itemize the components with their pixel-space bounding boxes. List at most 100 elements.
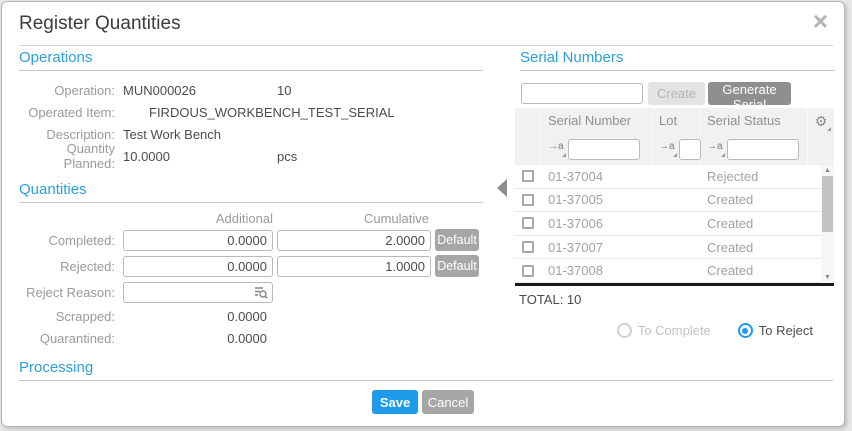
additional-column-header: Additional (131, 211, 281, 226)
table-row[interactable]: 01-37004 Rejected (515, 165, 834, 189)
footer-buttons: Save Cancel (2, 390, 844, 414)
serial-status-cell: Created (701, 263, 834, 278)
serial-number-column-header[interactable]: Serial Number (541, 108, 653, 133)
serial-status-cell: Created (701, 240, 834, 255)
quantity-planned-label: Quantity Planned: (19, 141, 123, 171)
to-complete-radio[interactable]: To Complete (617, 323, 711, 338)
grid-scrollbar[interactable]: ▲ ▼ (821, 165, 834, 283)
quantities-column-headers: Additional Cumulative (19, 209, 483, 227)
serial-status-cell: Created (701, 216, 834, 231)
create-button[interactable]: Create (648, 82, 705, 105)
operated-item-value: FIRDOUS_WORKBENCH_TEST_SERIAL (123, 105, 395, 120)
status-filter-operator-icon[interactable]: →a (707, 140, 724, 158)
quarantined-label: Quarantined: (19, 331, 123, 346)
row-checkbox[interactable] (522, 170, 534, 182)
table-row[interactable]: 01-37008 Created (515, 259, 834, 283)
to-complete-radio-icon[interactable] (617, 323, 632, 338)
to-complete-label: To Complete (638, 323, 711, 338)
scrapped-row: Scrapped: 0.0000 (19, 305, 483, 327)
description-label: Description: (19, 127, 123, 142)
serial-status-cell: Created (701, 192, 834, 207)
table-row[interactable]: 01-37006 Created (515, 212, 834, 236)
row-checkbox[interactable] (522, 241, 534, 253)
serial-number-cell: 01-37004 (541, 169, 653, 184)
serial-numbers-pane: Serial Numbers Create Generate Serial Se… (515, 49, 835, 338)
operated-item-label: Operated Item: (19, 105, 123, 120)
scroll-up-icon[interactable]: ▲ (821, 165, 834, 176)
to-reject-radio-icon[interactable] (738, 323, 753, 338)
serial-action-radios: To Complete To Reject (515, 323, 834, 338)
row-checkbox[interactable] (522, 217, 534, 229)
lot-column-header[interactable]: Lot (653, 108, 701, 133)
cumulative-column-header: Cumulative (281, 211, 439, 226)
serial-number-cell: 01-37006 (541, 216, 653, 231)
serial-filter-input[interactable] (568, 139, 640, 160)
serial-grid-body: 01-37004 Rejected 01-37005 Created 01-37… (515, 165, 834, 283)
reject-reason-row: Reject Reason: (19, 279, 483, 305)
completed-additional-input[interactable] (123, 230, 273, 251)
operations-fields: Operation: MUN000026 10 Operated Item: F… (19, 79, 483, 167)
description-value: Test Work Bench (123, 127, 221, 142)
operation-label: Operation: (19, 83, 123, 98)
new-serial-input[interactable] (521, 83, 643, 104)
quarantined-row: Quarantined: 0.0000 (19, 327, 483, 349)
pane-collapse-arrow-icon[interactable] (497, 179, 507, 197)
rejected-additional-input[interactable] (123, 256, 273, 277)
quantity-planned-unit: pcs (277, 149, 297, 164)
completed-default-button[interactable]: Default (435, 229, 479, 251)
serial-filter-operator-icon[interactable]: →a (548, 140, 565, 158)
cancel-button[interactable]: Cancel (422, 390, 474, 414)
completed-cumulative-input[interactable] (277, 230, 431, 251)
column-settings-gear-icon[interactable]: ⚙ (815, 114, 828, 128)
serial-grid: Serial Number Lot Serial Status ⚙ →a →a … (515, 108, 834, 338)
lot-filter-input[interactable] (679, 139, 701, 160)
rejected-label: Rejected: (19, 259, 123, 274)
scrapped-label: Scrapped: (19, 309, 123, 324)
serial-toolbar: Create Generate Serial (521, 82, 835, 105)
operations-section-header: Operations (19, 49, 483, 71)
title-divider (19, 45, 833, 46)
processing-section-header: Processing (19, 359, 833, 381)
operated-item-row: Operated Item: FIRDOUS_WORKBENCH_TEST_SE… (19, 101, 483, 123)
serial-grid-header: Serial Number Lot Serial Status ⚙ (515, 108, 834, 133)
rejected-default-button[interactable]: Default (435, 255, 479, 277)
register-quantities-dialog: Register Quantities × Operations Operati… (1, 1, 845, 427)
serial-number-cell: 01-37007 (541, 240, 653, 255)
scrapped-value: 0.0000 (123, 309, 273, 324)
serial-grid-filter-row: →a →a →a (515, 133, 834, 165)
quantity-planned-row: Quantity Planned: 10.0000 pcs (19, 145, 483, 167)
status-filter-input[interactable] (727, 139, 799, 160)
close-icon[interactable]: × (813, 8, 828, 34)
row-checkbox[interactable] (522, 194, 534, 206)
processing-section: Processing (19, 359, 833, 381)
serial-status-column-header[interactable]: Serial Status (701, 108, 808, 133)
to-reject-radio[interactable]: To Reject (738, 323, 813, 338)
completed-label: Completed: (19, 233, 123, 248)
quantity-planned-value: 10.0000 (123, 149, 277, 164)
grid-bottom-rule (515, 283, 834, 286)
dialog-title: Register Quantities (19, 13, 181, 35)
table-row[interactable]: 01-37005 Created (515, 189, 834, 213)
completed-row: Completed: Default (19, 227, 483, 253)
save-button[interactable]: Save (372, 390, 418, 414)
rejected-row: Rejected: Default (19, 253, 483, 279)
generate-serial-button[interactable]: Generate Serial (708, 82, 791, 105)
total-count: TOTAL: 10 (519, 292, 834, 307)
to-reject-label: To Reject (759, 323, 813, 338)
reject-reason-input[interactable] (123, 282, 273, 303)
operation-number: 10 (277, 83, 291, 98)
table-row[interactable]: 01-37007 Created (515, 236, 834, 260)
rejected-cumulative-input[interactable] (277, 256, 431, 277)
left-pane: Operations Operation: MUN000026 10 Opera… (19, 49, 483, 349)
quarantined-value: 0.0000 (123, 331, 273, 346)
serial-number-cell: 01-37008 (541, 263, 653, 278)
scrollbar-thumb[interactable] (822, 176, 833, 232)
serial-number-cell: 01-37005 (541, 192, 653, 207)
serial-status-cell: Rejected (701, 169, 834, 184)
serial-numbers-section-header: Serial Numbers (520, 49, 835, 71)
row-checkbox[interactable] (522, 265, 534, 277)
reject-reason-label: Reject Reason: (19, 285, 123, 300)
scroll-down-icon[interactable]: ▼ (821, 272, 834, 283)
lot-filter-operator-icon[interactable]: →a (659, 140, 676, 158)
lookup-icon[interactable] (254, 286, 268, 302)
